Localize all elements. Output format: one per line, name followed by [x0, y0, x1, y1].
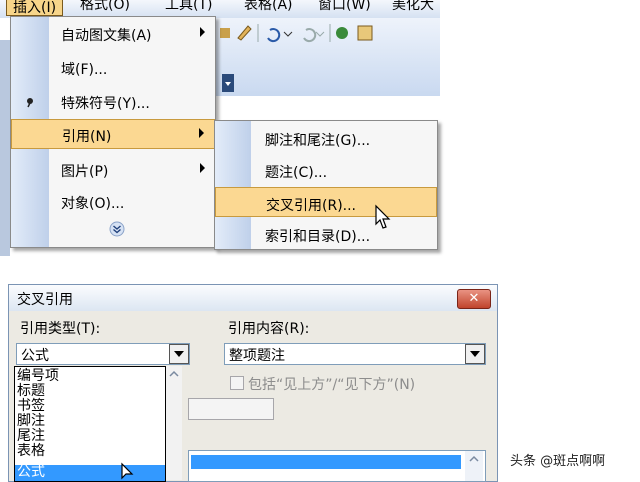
toolbar-icons	[220, 24, 373, 43]
submenu-arrow-icon	[200, 163, 205, 173]
ref-type-value: 公式	[21, 348, 49, 364]
for-which-list[interactable]	[188, 450, 486, 482]
expand-menu-chevron-icon[interactable]	[109, 221, 125, 237]
menu-window[interactable]: 窗口(W)	[318, 0, 371, 14]
toolbar	[212, 18, 440, 96]
brush-icon	[237, 25, 252, 41]
list-scrollbar[interactable]	[166, 366, 182, 480]
selected-list-item-label: 公式	[17, 464, 45, 480]
list-item[interactable]: 书签	[17, 399, 45, 413]
redo-icon	[303, 28, 317, 43]
list-item[interactable]: 编号项	[17, 369, 59, 383]
word-insert-menu-screenshot: 插入(I) 格式(O) 工具(T) 表格(A) 窗口(W) 美化大 自动图文集(…	[0, 0, 640, 256]
menu-item-label: 对象(O)...	[61, 196, 125, 212]
dialog-title-bar: 交叉引用 ✕	[9, 285, 497, 311]
submenu-item-caption[interactable]: 题注(C)...	[215, 155, 437, 185]
close-button[interactable]: ✕	[457, 289, 491, 309]
watermark-text: 头条 @斑点啊啊	[510, 454, 606, 469]
menu-item-label: 题注(C)...	[265, 165, 328, 181]
menu-item-label: 图片(P)	[61, 164, 109, 180]
menu-item-label: 特殊符号(Y)...	[61, 96, 150, 112]
document-left-margin	[0, 40, 10, 256]
menu-format[interactable]: 格式(O)	[80, 0, 130, 14]
menu-table[interactable]: 表格(A)	[244, 0, 293, 14]
scrollbar[interactable]	[465, 451, 483, 481]
list-item[interactable]: 脚注	[17, 414, 45, 428]
scroll-up-icon[interactable]	[166, 366, 182, 382]
submenu-item-footnote[interactable]: 脚注和尾注(G)...	[215, 123, 437, 153]
insert-menu: 自动图文集(A) 域(F)... 特殊符号(Y)... 引用(N) 图片(P) …	[10, 16, 216, 248]
ref-type-dropdown-list: 编号项 标题 书签 脚注 尾注 表格 公式	[14, 366, 166, 482]
dialog-title: 交叉引用	[17, 292, 73, 308]
menu-item-object[interactable]: 对象(O)...	[11, 187, 215, 217]
menu-item-label: 索引和目录(D)...	[265, 229, 371, 245]
menu-item-picture[interactable]: 图片(P)	[11, 155, 215, 185]
chevron-down-icon[interactable]	[465, 344, 485, 364]
list-item[interactable]: 标题	[17, 384, 45, 398]
menu-item-label: 引用(N)	[62, 129, 112, 145]
include-above-below-label: 包括“见上方”/“见下方”(N)	[248, 377, 416, 393]
menu-item-label: 交叉引用(R)...	[266, 198, 357, 214]
submenu-item-cross-reference[interactable]: 交叉引用(R)...	[215, 187, 437, 217]
menu-insert[interactable]: 插入(I)	[6, 0, 64, 16]
selected-caption-row[interactable]	[191, 455, 461, 469]
menu-item-autotext[interactable]: 自动图文集(A)	[11, 19, 215, 49]
menu-tools[interactable]: 工具(T)	[165, 0, 212, 14]
scroll-up-icon[interactable]	[465, 451, 483, 467]
toolbar-options-icon[interactable]	[222, 74, 236, 94]
mouse-cursor-icon	[121, 462, 134, 480]
menu-item-reference[interactable]: 引用(N)	[11, 119, 215, 149]
reference-submenu: 脚注和尾注(G)... 题注(C)... 交叉引用(R)... 索引和目录(D)…	[214, 120, 438, 250]
special-symbol-icon	[27, 98, 33, 108]
ref-type-label: 引用类型(T):	[20, 321, 101, 337]
menu-item-label: 域(F)...	[61, 62, 108, 78]
menu-item-field[interactable]: 域(F)...	[11, 53, 215, 83]
ref-type-combo[interactable]: 公式	[16, 343, 190, 365]
menu-beautify[interactable]: 美化大	[392, 0, 434, 14]
list-item[interactable]: 尾注	[17, 429, 45, 443]
format-painter-icon	[220, 28, 230, 38]
submenu-item-index-toc[interactable]: 索引和目录(D)...	[215, 219, 437, 249]
undo-icon	[267, 28, 281, 43]
chevron-down-icon[interactable]	[169, 344, 189, 364]
include-above-below-checkbox[interactable]	[230, 376, 244, 390]
table-icon	[357, 25, 373, 41]
menu-item-label: 自动图文集(A)	[61, 28, 152, 44]
submenu-arrow-icon	[200, 27, 205, 37]
menu-item-label: 脚注和尾注(G)...	[265, 133, 371, 149]
ref-content-label: 引用内容(R):	[228, 321, 310, 337]
mouse-cursor-icon	[375, 204, 391, 229]
selected-list-item[interactable]: 公式	[15, 465, 165, 481]
ref-content-value: 整项题注	[229, 348, 285, 364]
submenu-arrow-icon	[199, 128, 204, 138]
number-separator-input[interactable]	[188, 398, 274, 420]
menu-item-special-symbol[interactable]: 特殊符号(Y)...	[11, 87, 215, 117]
hyperlink-icon	[336, 27, 348, 39]
list-item[interactable]: 表格	[17, 444, 45, 458]
ref-content-combo[interactable]: 整项题注	[224, 343, 486, 365]
